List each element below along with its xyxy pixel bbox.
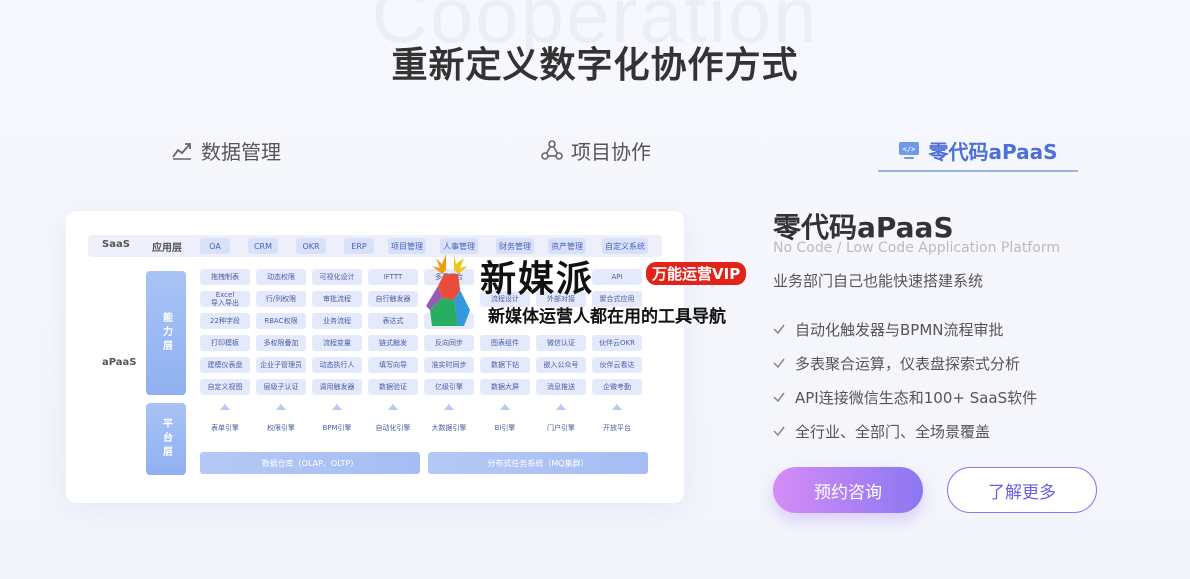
chart-trend-icon (172, 143, 191, 160)
book-consultation-button[interactable]: 预约咨询 (773, 467, 923, 513)
learn-more-button[interactable]: 了解更多 (947, 467, 1097, 513)
arrow-up-icon (220, 404, 230, 410)
capability-layer: 能力层 (146, 271, 186, 395)
check-icon (773, 426, 785, 437)
code-monitor-icon: </> (899, 142, 920, 159)
page-title: 重新定义数字化协作方式 (391, 45, 799, 86)
capability-cell: 行/列权限 (256, 291, 306, 307)
capability-cell: 反向同步 (424, 335, 474, 351)
capability-cell: 业务流程 (312, 313, 362, 329)
capability-cell: 层级子认证 (256, 379, 306, 395)
capability-cell: IFTTT (368, 269, 418, 285)
feature-list: 自动化触发器与BPMN流程审批 多表聚合运算，仪表盘探索式分析 API连接微信生… (773, 312, 1037, 448)
capability-cell: 亿级引擎 (424, 379, 474, 395)
apaas-label: aPaaS (102, 357, 137, 368)
app-chip: OKR (296, 238, 326, 254)
capability-cell: 图表组件 (480, 335, 530, 351)
capability-cell: 动态权限 (256, 269, 306, 285)
capability-cell: 伙伴云OKR (592, 335, 642, 351)
capability-cell: 流程变量 (312, 335, 362, 351)
arrow-up-icon (388, 404, 398, 410)
watermark-brand: 新媒派 (480, 259, 595, 300)
capability-cell: 表达式 (368, 313, 418, 329)
capability-cell: 填写向导 (368, 357, 418, 373)
tab-project-collaboration[interactable]: 项目协作 (536, 128, 656, 172)
engine-label: 自动化引擎 (375, 424, 411, 432)
arrow-up-icon (500, 404, 510, 410)
capability-cell: 可视化设计 (312, 269, 362, 285)
arrow-up-icon (556, 404, 566, 410)
capability-cell: 动态执行人 (312, 357, 362, 373)
capability-cell: 嵌入公众号 (536, 357, 586, 373)
app-chip: CRM (248, 238, 278, 254)
capability-cell: 准实时同步 (424, 357, 474, 373)
app-chip: OA (200, 238, 230, 254)
tab-no-code-apaas[interactable]: </> 零代码aPaaS (878, 128, 1078, 172)
capability-cell: 数据验证 (368, 379, 418, 395)
engine-label: BPM引擎 (322, 424, 352, 432)
feature-item: API连接微信生态和100+ SaaS软件 (773, 380, 1037, 414)
capability-cell: 审批流程 (312, 291, 362, 307)
tab-label: 零代码aPaaS (928, 139, 1058, 164)
capability-cell: 自行触发器 (368, 291, 418, 307)
watermark-overlay: 新媒派 万能运营VIP 新媒体运营人都在用的工具导航 (420, 250, 780, 330)
section-subtitle: 业务部门自己也能快速搭建系统 (773, 272, 984, 290)
capability-cell: 微信认证 (536, 335, 586, 351)
capability-cell: 自定义视图 (200, 379, 250, 395)
task-system-bar: 分布式任务系统（MQ集群） (428, 452, 648, 474)
capability-cell: 调用触发器 (312, 379, 362, 395)
feature-item: 自动化触发器与BPMN流程审批 (773, 312, 1037, 346)
section-subtitle-en: No Code / Low Code Application Platform (773, 240, 1060, 256)
engine-label: 大数据引擎 (431, 424, 467, 432)
arrow-up-icon (332, 404, 342, 410)
arrow-up-icon (276, 404, 286, 410)
saas-label: SaaS (102, 239, 130, 250)
capability-cell: 建模仪表盘 (200, 357, 250, 373)
app-layer-label: 应用层 (152, 243, 182, 254)
capability-cell: 伙伴云看达 (592, 357, 642, 373)
feature-tabs: 数据管理 项目协作 </> 零代码aPaaS (0, 128, 1190, 174)
capability-cell: 数据下钻 (480, 357, 530, 373)
capability-cell: 企业子管理员 (256, 357, 306, 373)
arrow-up-icon (444, 404, 454, 410)
capability-cell: 数据大屏 (480, 379, 530, 395)
data-warehouse-bar: 数据仓库（OLAP、OLTP） (200, 452, 420, 474)
capability-cell: 打印模板 (200, 335, 250, 351)
capability-cell: 22种字段 (200, 313, 250, 329)
svg-text:</>: </> (903, 146, 916, 154)
capability-cell: 多权限叠加 (256, 335, 306, 351)
engine-label: 开放平台 (603, 424, 631, 432)
feature-text: API连接微信生态和100+ SaaS软件 (795, 388, 1038, 407)
engine-label: 门户引擎 (547, 424, 575, 432)
watermark-badge: 万能运营VIP (646, 262, 747, 285)
watermark-slogan: 新媒体运营人都在用的工具导航 (488, 307, 726, 327)
deer-logo-icon (426, 254, 470, 326)
tab-label: 项目协作 (571, 139, 651, 164)
capability-cell: 拖拽制表 (200, 269, 250, 285)
tab-data-management[interactable]: 数据管理 (166, 128, 286, 172)
arrow-up-icon (612, 404, 622, 410)
feature-text: 自动化触发器与BPMN流程审批 (795, 320, 1004, 339)
platform-layer: 平台层 (146, 403, 186, 475)
app-chip: ERP (344, 238, 374, 254)
capability-cell: RBAC权限 (256, 313, 306, 329)
tab-label: 数据管理 (201, 139, 281, 164)
capability-cell: 链式触发 (368, 335, 418, 351)
active-tab-indicator (878, 170, 1078, 172)
engine-label: 表单引擎 (211, 424, 239, 432)
feature-item: 多表聚合运算，仪表盘探索式分析 (773, 346, 1037, 380)
network-icon (541, 140, 563, 160)
capability-cell: Excel 导入导出 (200, 291, 250, 307)
check-icon (773, 324, 785, 335)
feature-text: 多表聚合运算，仪表盘探索式分析 (795, 354, 1021, 373)
feature-text: 全行业、全部门、全场景覆盖 (795, 422, 991, 441)
check-icon (773, 358, 785, 369)
capability-cell: 消息推送 (536, 379, 586, 395)
engine-label: 权限引擎 (267, 424, 295, 432)
capability-cell: 企微考勤 (592, 379, 642, 395)
engine-label: BI引擎 (494, 424, 516, 432)
check-icon (773, 392, 785, 403)
feature-item: 全行业、全部门、全场景覆盖 (773, 414, 1037, 448)
